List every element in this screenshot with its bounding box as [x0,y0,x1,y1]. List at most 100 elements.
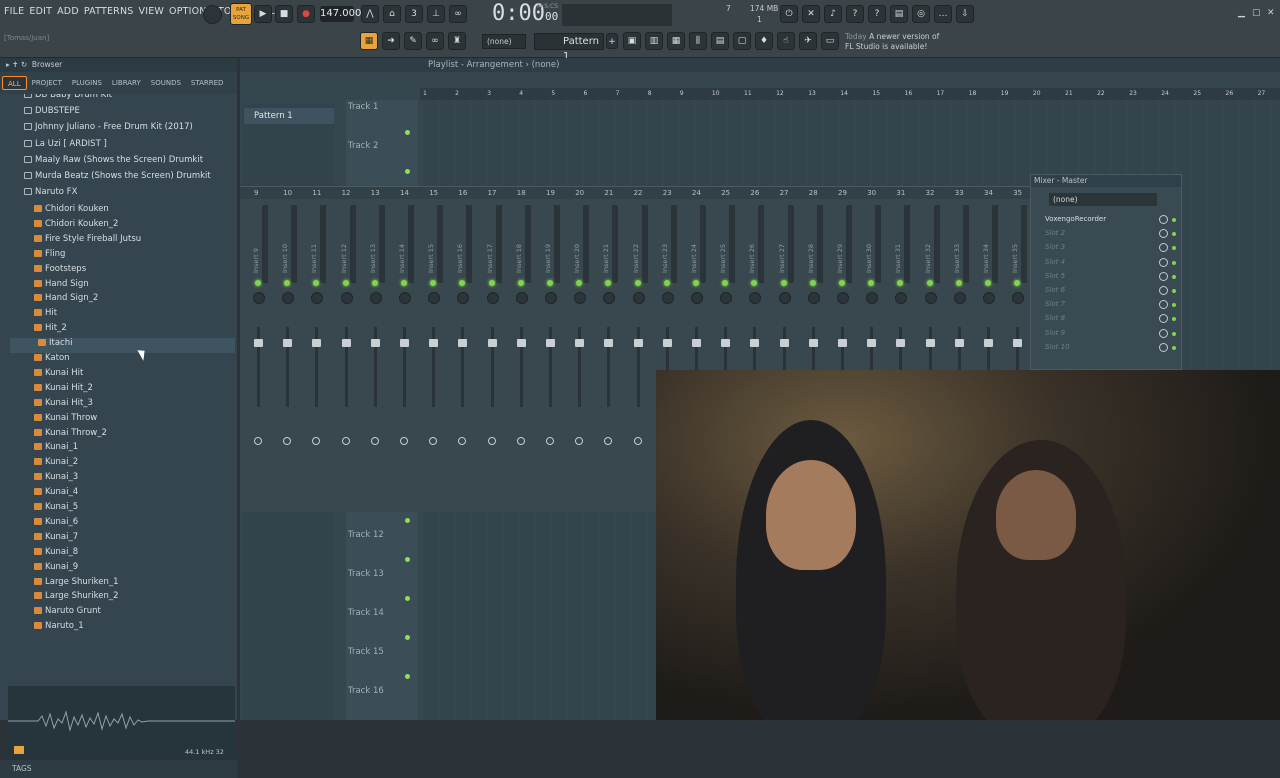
pan-knob[interactable] [953,292,966,304]
browser-tab-all[interactable]: ALL [2,76,27,90]
browser-file[interactable]: Kunai_6 [34,517,78,532]
master-fx-slot[interactable]: Slot 9 [1037,327,1157,340]
browser-file[interactable]: Footsteps [34,264,86,279]
insert-enable-led[interactable] [488,280,495,286]
browser-file[interactable]: Fling [34,249,65,264]
route-button[interactable] [254,437,262,445]
slot-enable-led[interactable] [1172,303,1176,308]
volume-fader[interactable] [487,339,497,347]
insert-enable-led[interactable] [751,280,758,286]
volume-fader[interactable] [429,339,439,347]
pan-knob[interactable] [574,292,587,304]
insert-enable-led[interactable] [255,280,261,286]
metronome-icon[interactable]: ⋀ [361,5,379,23]
route-button[interactable] [516,437,525,445]
route-button[interactable] [400,437,408,445]
insert-enable-led[interactable] [897,280,904,286]
pan-knob[interactable] [399,292,411,304]
insert-enable-led[interactable] [371,280,378,286]
track-mute-led[interactable] [405,169,410,174]
master-fx-slot[interactable]: Slot 2 [1037,227,1157,240]
slot-enable-led[interactable] [1172,331,1176,336]
insert-label[interactable]: Insert 19 [544,244,552,273]
insert-label[interactable]: Insert 21 [602,244,610,273]
pan-knob[interactable] [311,292,324,304]
browser-file[interactable]: Itachi [10,338,235,354]
insert-label[interactable]: Insert 32 [924,244,932,273]
pan-knob[interactable] [749,292,762,304]
browser-tab-library[interactable]: LIBRARY [107,76,146,90]
save-icon[interactable]: ▤ [890,5,908,23]
slot-enable-led[interactable] [1172,289,1176,293]
track-name[interactable]: Track 13 [348,569,384,579]
pan-knob[interactable] [778,292,791,304]
pan-knob[interactable] [924,292,937,304]
track-mute-led[interactable] [405,518,410,523]
track-name[interactable]: Track 2 [348,141,378,151]
insert-label[interactable]: Insert 14 [398,244,406,273]
insert-label[interactable]: Insert 26 [748,244,756,273]
insert-label[interactable]: Insert 15 [427,244,435,273]
pan-knob[interactable] [428,292,441,304]
step-edit-icon[interactable]: ⊥ [427,5,445,23]
minimize-icon[interactable]: ▁ [1238,8,1245,18]
browser-folder[interactable]: DB Baby Drum Kit [24,94,112,105]
volume-fader[interactable] [400,339,409,347]
browser-folder[interactable]: Murda Beatz (Shows the Screen) Drumkit [24,171,211,186]
insert-enable-led[interactable] [634,280,641,286]
browser-file[interactable]: Katon [34,353,70,368]
slot-mix-knob[interactable] [1159,300,1168,310]
volume-fader[interactable] [838,339,847,347]
volume-fader[interactable] [808,339,818,347]
volume-fader[interactable] [779,339,789,347]
track-name[interactable]: Track 1 [348,102,378,112]
pan-knob[interactable] [253,292,265,304]
browser-tab-plugins[interactable]: PLUGINS [67,76,107,90]
browser-file[interactable]: Kunai_4 [34,487,78,502]
insert-enable-led[interactable] [313,280,320,286]
playlist-view-icon[interactable]: ▣ [623,32,641,50]
browser-file[interactable]: Kunai_8 [34,547,78,562]
route-button[interactable] [458,437,467,445]
insert-enable-led[interactable] [985,280,991,286]
volume-fader[interactable] [721,339,731,347]
volume-fader[interactable] [692,339,701,347]
stop-button[interactable]: ■ [275,5,293,23]
pan-knob[interactable] [340,292,353,304]
browser-file[interactable]: Fire Style Fireball Jutsu [34,234,141,249]
menu-patterns[interactable]: PATTERNS [84,6,134,17]
insert-enable-led[interactable] [722,280,729,286]
slot-enable-led[interactable] [1172,218,1176,222]
countdown-icon[interactable]: 3 [405,5,423,23]
insert-enable-led[interactable] [459,280,466,286]
insert-enable-led[interactable] [517,280,524,286]
pan-knob[interactable] [486,292,499,304]
help-icon[interactable]: ? [868,5,886,23]
touch-icon[interactable]: ☝ [777,32,795,50]
volume-fader[interactable] [896,339,906,347]
track-mute-led[interactable] [405,674,410,679]
channel-rack-icon[interactable]: ▥ [645,32,663,50]
volume-fader[interactable] [254,339,263,347]
tools-icon[interactable]: ✕ [802,5,820,23]
pat-song-toggle[interactable]: PAT SONG [230,3,252,25]
browser-file[interactable]: Hit [34,308,57,323]
pan-knob[interactable] [603,292,616,304]
master-fx-slot[interactable]: Slot 10 [1037,341,1157,354]
insert-enable-led[interactable] [955,280,962,286]
pan-knob[interactable] [720,292,733,304]
play-button[interactable]: ▶ [254,5,272,23]
pan-knob[interactable] [895,292,908,304]
link-icon[interactable]: ∞ [426,32,444,50]
volume-fader[interactable] [604,339,614,347]
browser-file[interactable]: Chidori Kouken_2 [34,219,118,234]
volume-fader[interactable] [516,339,526,347]
add-pattern-button[interactable]: + [606,33,618,49]
insert-label[interactable]: Insert 35 [1011,244,1019,273]
route-button[interactable] [604,437,613,445]
insert-label[interactable]: Insert 17 [486,244,494,273]
browser-icon[interactable]: ▢ [733,32,751,50]
master-fx-slot[interactable]: Slot 5 [1037,270,1157,283]
volume-fader[interactable] [633,339,643,347]
slot-enable-led[interactable] [1172,232,1176,237]
